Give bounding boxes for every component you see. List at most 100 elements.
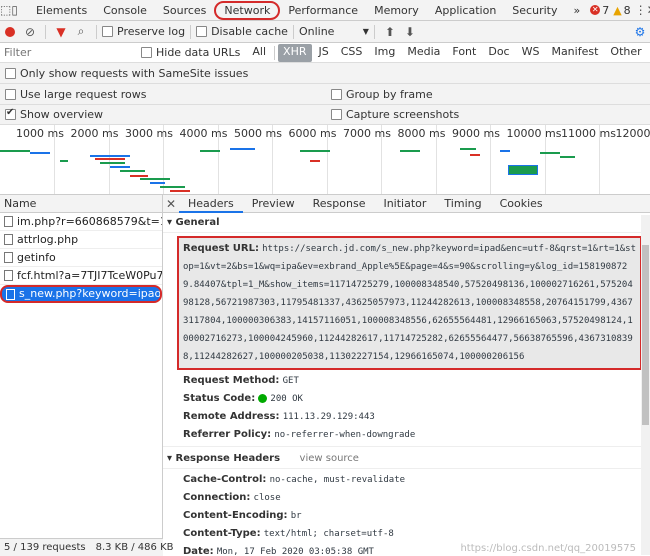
capture-screenshots-checkbox[interactable]: Capture screenshots — [331, 108, 459, 121]
tab-headers[interactable]: Headers — [179, 195, 243, 213]
warning-icon: ▲ — [613, 3, 622, 17]
show-overview-checkbox[interactable]: Show overview — [5, 107, 331, 121]
more-options-icon[interactable]: ⋮ — [635, 0, 647, 20]
type-filter-manifest[interactable]: Manifest — [546, 44, 603, 62]
file-icon — [6, 288, 15, 300]
triangle-down-icon: ▾ — [167, 453, 176, 464]
triangle-down-icon: ▾ — [167, 217, 176, 228]
overview-bar — [230, 148, 255, 150]
file-icon — [4, 216, 13, 227]
status-code-row: Status Code: 200 OK — [183, 393, 303, 404]
more-tabs-button[interactable]: » — [565, 0, 588, 21]
request-url-value[interactable]: https://search.jd.com/s_new.php?keyword=… — [183, 244, 636, 362]
overview-tick-label: 10000 ms — [506, 127, 562, 140]
type-filter-js[interactable]: JS — [314, 44, 334, 62]
overview-tick-label: 11000 ms — [561, 127, 616, 140]
filter-icon[interactable]: ▼ — [51, 22, 71, 42]
overview-tick-label: 5000 ms — [234, 127, 282, 140]
throttling-select[interactable]: Online ▼ — [299, 25, 369, 38]
tab-application[interactable]: Application — [427, 0, 504, 21]
group-by-frame-checkbox[interactable]: Group by frame — [331, 88, 433, 101]
request-row-selected[interactable]: s_new.php?keyword=ipad&en... — [0, 285, 162, 303]
watermark: https://blog.csdn.net/qq_20019575 — [460, 543, 636, 554]
tab-response[interactable]: Response — [304, 195, 375, 213]
tab-memory[interactable]: Memory — [366, 0, 427, 21]
overview-tick-label: 7000 ms — [343, 127, 391, 140]
options-row-1: Use large request rows Group by frame — [0, 84, 650, 105]
response-header-row: Cache-Control: no-cache, must-revalidate — [183, 474, 406, 485]
warning-count[interactable]: 8 — [624, 4, 631, 17]
close-detail-icon[interactable]: ✕ — [163, 195, 179, 214]
tab-preview[interactable]: Preview — [243, 195, 304, 213]
overview-bar — [170, 190, 190, 192]
overview-tick-label: 9000 ms — [452, 127, 500, 140]
detail-scrollbar[interactable] — [641, 215, 650, 555]
overview-tick-label: 12000 — [615, 127, 650, 140]
overview-bar — [160, 186, 185, 188]
type-filter-xhr[interactable]: XHR — [278, 43, 312, 62]
tab-timing[interactable]: Timing — [435, 195, 490, 213]
overview-bar — [560, 156, 575, 158]
overview-bar — [200, 150, 220, 152]
disable-cache-checkbox[interactable]: Disable cache — [196, 25, 288, 38]
overview-tick-label: 3000 ms — [125, 127, 173, 140]
export-har-icon[interactable]: ⬇ — [400, 22, 420, 42]
overview-bar — [150, 182, 165, 184]
overview-bar — [100, 162, 125, 164]
device-toolbar-icon[interactable]: ▯ — [11, 0, 18, 20]
hide-data-urls-checkbox[interactable]: Hide data URLs — [141, 46, 240, 59]
request-row[interactable]: im.php?r=660868579&t=1581... — [0, 213, 162, 231]
request-row[interactable]: attrlog.php — [0, 231, 162, 249]
clear-icon[interactable]: ⊘ — [20, 22, 40, 42]
request-url-label: Request URL: — [183, 243, 259, 254]
inspect-element-icon[interactable]: ⬚ — [0, 0, 11, 20]
large-rows-checkbox[interactable]: Use large request rows — [5, 88, 331, 101]
type-filter-other[interactable]: Other — [605, 44, 646, 62]
file-icon — [4, 270, 13, 281]
tab-console[interactable]: Console — [95, 0, 155, 21]
tab-performance[interactable]: Performance — [280, 0, 366, 21]
general-section-header[interactable]: ▾ General — [163, 213, 650, 233]
search-icon[interactable]: ⌕ — [71, 22, 91, 42]
response-header-row: Connection: close — [183, 492, 281, 503]
tab-security[interactable]: Security — [504, 0, 565, 21]
type-filter-font[interactable]: Font — [447, 44, 481, 62]
type-filter-ws[interactable]: WS — [517, 44, 545, 62]
overview-tick-label: 2000 ms — [70, 127, 119, 140]
tab-initiator[interactable]: Initiator — [374, 195, 435, 213]
tab-network[interactable]: Network — [214, 0, 281, 20]
tab-cookies[interactable]: Cookies — [491, 195, 552, 213]
name-column-header[interactable]: Name — [0, 195, 162, 213]
preserve-log-checkbox[interactable]: Preserve log — [102, 25, 185, 38]
type-filter-all[interactable]: All — [247, 44, 271, 62]
scrollbar-thumb[interactable] — [642, 245, 649, 425]
tab-sources[interactable]: Sources — [155, 0, 215, 21]
overview-tick-label: 8000 ms — [397, 127, 446, 140]
settings-gear-icon[interactable]: ⚙ — [630, 22, 650, 42]
response-header-row: Content-Type: text/html; charset=utf-8 — [183, 528, 394, 539]
record-icon[interactable] — [0, 22, 20, 42]
overview-bar — [470, 154, 480, 156]
options-row-2: Show overview Capture screenshots — [0, 105, 650, 125]
network-overview[interactable]: 1000 ms 2000 ms 3000 ms 4000 ms 5000 ms 6000 … — [0, 125, 650, 195]
request-row[interactable]: fcf.html?a=7TJI7TceW0Pu7Tce... — [0, 267, 162, 285]
overview-bar — [110, 166, 130, 168]
type-filter-doc[interactable]: Doc — [483, 44, 514, 62]
overview-bar — [540, 152, 560, 154]
view-source-link[interactable]: view source — [300, 453, 359, 464]
filter-input[interactable] — [0, 43, 135, 62]
error-count[interactable]: 7 — [602, 4, 609, 17]
response-headers-section-header[interactable]: ▾ Response Headers view source — [163, 449, 650, 469]
type-filter-img[interactable]: Img — [369, 44, 400, 62]
detail-tabs: ✕ Headers Preview Response Initiator Tim… — [163, 195, 650, 213]
request-row[interactable]: getinfo — [0, 249, 162, 267]
samesite-checkbox[interactable]: Only show requests with SameSite issues — [5, 67, 248, 80]
overview-bar — [30, 152, 50, 154]
overview-bar — [500, 150, 510, 152]
overview-bar — [60, 160, 68, 162]
tab-elements[interactable]: Elements — [28, 0, 95, 21]
type-filter-media[interactable]: Media — [402, 44, 445, 62]
overview-bar — [140, 178, 170, 180]
type-filter-css[interactable]: CSS — [336, 44, 368, 62]
import-har-icon[interactable]: ⬆ — [380, 22, 400, 42]
